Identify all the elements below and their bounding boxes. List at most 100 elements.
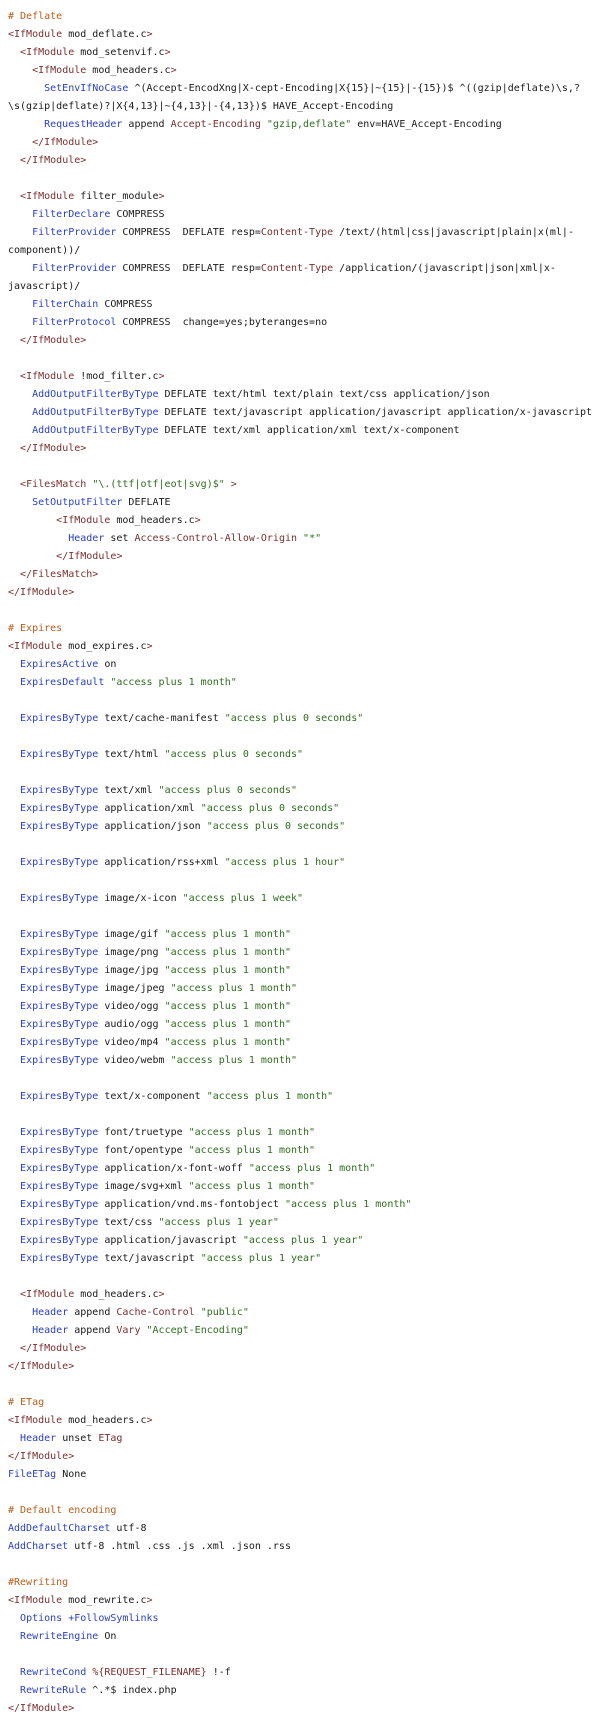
code-line: AddOutputFilterByType DEFLATE text/xml a…: [8, 422, 600, 440]
plain-token: On: [98, 1631, 117, 1642]
tag-token: </IfModule>: [20, 443, 87, 454]
code-line: <IfModule !mod_filter.c>: [8, 368, 600, 386]
comment-text: # Default encoding: [8, 1505, 117, 1516]
code-line: ExpiresByType text/css "access plus 1 ye…: [8, 1214, 600, 1232]
directive-token: ExpiresByType: [20, 1217, 99, 1228]
directive-token: FilterDeclare: [32, 209, 111, 220]
directive-token: FilterProtocol: [32, 317, 117, 328]
variable-token: Content-Type: [260, 227, 334, 238]
code-line: Options +FollowSymlinks: [8, 1610, 600, 1628]
directive-token: ExpiresByType: [20, 803, 99, 814]
directive-token: ExpiresByType: [20, 1091, 99, 1102]
tag-token: <FilesMatch: [20, 479, 87, 490]
plain-token: set: [104, 533, 135, 544]
string-token: "access plus 1 year": [242, 1235, 364, 1246]
string-token: "*": [303, 533, 322, 544]
directive-token: ExpiresByType: [20, 965, 99, 976]
code-line: ExpiresByType image/png "access plus 1 m…: [8, 944, 600, 962]
code-line: </IfModule>: [8, 1340, 600, 1358]
tag-token: >: [146, 1415, 153, 1426]
plain-token: text/css: [98, 1217, 159, 1228]
string-token: "access plus 1 month": [164, 1001, 291, 1012]
string-token: "access plus 1 month": [164, 1019, 291, 1030]
string-token: "access plus 1 year": [200, 1253, 322, 1264]
plain-token: !mod_filter.c: [74, 371, 159, 382]
plain-token: COMPRESS: [98, 299, 153, 310]
plain-token: append: [122, 119, 171, 130]
string-token: "access plus 1 month": [188, 1181, 316, 1192]
plain-token: font/opentype: [98, 1145, 189, 1156]
tag-token: >: [170, 65, 177, 76]
code-line: FilterChain COMPRESS: [8, 296, 600, 314]
code-line: <FilesMatch "\.(ttf|otf|eot|svg)$" >: [8, 476, 600, 494]
tag-token: <IfModule: [20, 1289, 75, 1300]
plain-token: font/truetype: [98, 1127, 189, 1138]
directive-token: FileETag: [8, 1469, 57, 1480]
string-token: "access plus 1 month": [164, 965, 291, 976]
code-line: <IfModule mod_expires.c>: [8, 638, 600, 656]
directive-token: FilterProvider: [32, 227, 117, 238]
directive-token: ExpiresByType: [20, 821, 99, 832]
code-line: ExpiresByType application/javascript "ac…: [8, 1232, 600, 1250]
code-line: </FilesMatch>: [8, 566, 600, 584]
code-line: RewriteEngine On: [8, 1628, 600, 1646]
plain-token: image/svg+xml: [98, 1181, 189, 1192]
directive-token: ExpiresByType: [20, 1001, 99, 1012]
code-line: ExpiresByType video/mp4 "access plus 1 m…: [8, 1034, 600, 1052]
comment-text: # Deflate: [8, 11, 63, 22]
code-line: FilterProvider COMPRESS DEFLATE resp=Con…: [8, 224, 600, 242]
variable-token: ETag: [98, 1433, 123, 1444]
variable-token: Content-Type: [260, 263, 334, 274]
plain-token: text/javascript: [98, 1253, 201, 1264]
plain-token: None: [56, 1469, 87, 1480]
code-line: ExpiresByType application/xml "access pl…: [8, 800, 600, 818]
string-token: "Accept-Encoding": [146, 1325, 249, 1336]
plain-token: javascript)/: [8, 281, 81, 292]
code-line: # Deflate: [8, 8, 600, 26]
plain-token: !-f: [206, 1667, 231, 1678]
code-line: <IfModule mod_setenvif.c>: [8, 44, 600, 62]
code-line: ExpiresByType application/x-font-woff "a…: [8, 1160, 600, 1178]
plain-token: utf-8 .html .css .js .xml .json .rss: [68, 1541, 291, 1552]
string-token: "access plus 1 year": [158, 1217, 279, 1228]
string-token: "access plus 1 month": [188, 1145, 316, 1156]
code-line: \s(gzip|deflate)?|X{4,13}|~{4,13}|-{4,13…: [8, 98, 600, 116]
comment-text: #Rewriting: [8, 1577, 69, 1588]
code-line: ExpiresActive on: [8, 656, 600, 674]
code-line: component))/: [8, 242, 600, 260]
plain-token: env=HAVE_Accept-Encoding: [351, 119, 502, 130]
tag-token: </IfModule>: [8, 1703, 75, 1714]
code-line: ExpiresByType application/rss+xml "acces…: [8, 854, 600, 872]
tag-token: </FilesMatch>: [20, 569, 99, 580]
string-token: "access plus 1 hour": [224, 857, 346, 868]
tag-token: <IfModule: [8, 641, 63, 652]
string-token: "access plus 1 month": [170, 1055, 298, 1066]
code-line: RewriteCond %{REQUEST_FILENAME} !-f: [8, 1664, 600, 1682]
